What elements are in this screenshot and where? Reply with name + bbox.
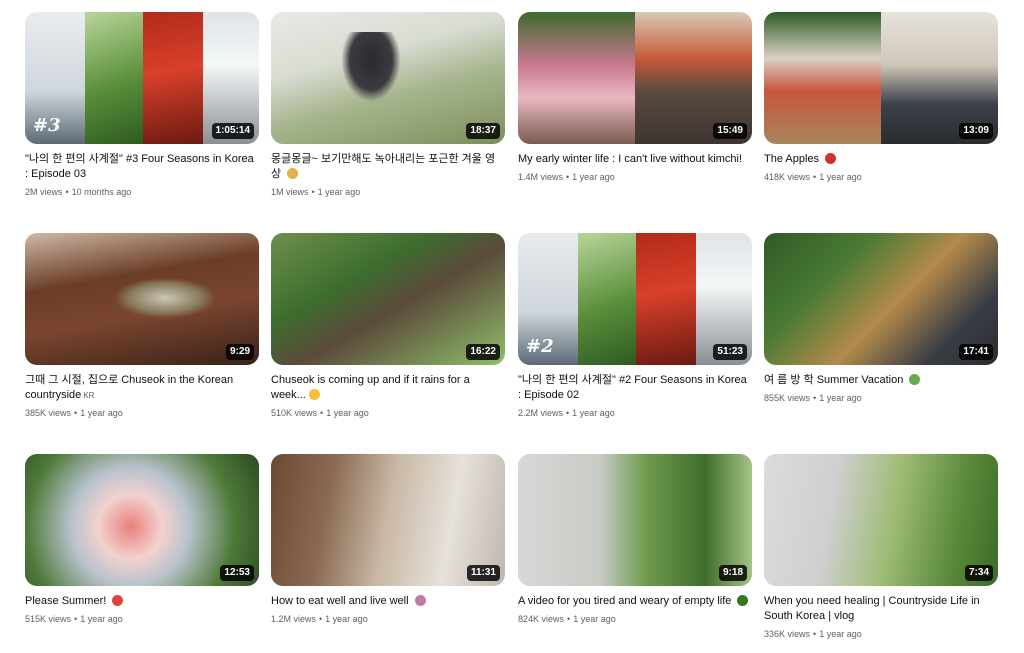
video-thumbnail[interactable]: 9:18 [518,454,752,586]
video-card[interactable]: 17:41 여 름 방 학 Summer Vacation 855K views… [764,233,998,404]
video-title[interactable]: Chuseok is coming up and if it rains for… [271,373,505,403]
video-card[interactable]: 15:49 My early winter life : I can't liv… [518,12,752,183]
video-thumbnail[interactable]: 18:37 [271,12,505,144]
duration-badge: 15:49 [713,123,747,139]
video-meta: 418K views • 1 year ago [764,172,862,182]
view-count: 515K views [25,614,72,624]
video-card[interactable]: 18:37 몽글몽글~ 보기만해도 녹아내리는 포근한 겨울 영상 1M vie… [271,12,505,198]
video-card[interactable]: #2 51:23 "나의 한 편의 사계절" #2 Four Seasons i… [518,233,752,419]
video-card[interactable]: 13:09 The Apples 418K views • 1 year ago [764,12,998,183]
view-count: 824K views [518,614,565,624]
duration-badge: 9:18 [718,565,747,581]
video-title[interactable]: The Apples [764,152,998,167]
thumbnail-overlay-text: #2 [526,336,554,357]
upload-age: 1 year ago [325,614,368,624]
upload-age: 1 year ago [80,614,123,624]
video-title[interactable]: 그때 그 시절, 집으로 Chuseok in the Korean count… [25,373,259,403]
video-meta: 2.2M views • 1 year ago [518,408,615,418]
duration-badge: 51:23 [713,344,747,360]
video-thumbnail[interactable]: 15:49 [518,12,752,144]
video-meta: 2M views • 10 months ago [25,187,132,197]
view-count: 1.4M views [518,172,564,182]
video-meta: 1.2M views • 1 year ago [271,614,368,624]
video-title[interactable]: "나의 한 편의 사계절" #2 Four Seasons in Korea :… [518,373,752,403]
video-title[interactable]: My early winter life : I can't live with… [518,152,752,167]
view-count: 336K views [764,629,811,639]
view-count: 385K views [25,408,72,418]
video-meta: 1.4M views • 1 year ago [518,172,615,182]
video-meta: 336K views • 1 year ago [764,629,862,639]
upload-age: 1 year ago [317,187,361,197]
duration-badge: 18:37 [466,123,500,139]
view-count: 2M views [25,187,63,197]
video-meta: 385K views • 1 year ago [25,408,123,418]
video-thumbnail[interactable]: 7:34 [764,454,998,586]
view-count: 418K views [764,172,811,182]
video-meta: 824K views • 1 year ago [518,614,616,624]
video-card[interactable]: #3 1:05:14 "나의 한 편의 사계절" #3 Four Seasons… [25,12,259,198]
video-grid: #3 1:05:14 "나의 한 편의 사계절" #3 Four Seasons… [0,0,1024,653]
video-card[interactable]: 9:18 A video for you tired and weary of … [518,454,752,625]
video-meta: 510K views • 1 year ago [271,408,369,418]
upload-age: 10 months ago [71,187,132,197]
upload-age: 1 year ago [819,393,862,403]
view-count: 1M views [271,187,309,197]
video-thumbnail[interactable]: 11:31 [271,454,505,586]
view-count: 855K views [764,393,811,403]
video-title[interactable]: Please Summer! [25,594,259,609]
watermelon-icon [112,595,124,606]
upload-age: 1 year ago [80,408,123,418]
video-title[interactable]: 여 름 방 학 Summer Vacation [764,373,998,388]
video-thumbnail[interactable]: 12:53 [25,454,259,586]
video-meta: 1M views • 1 year ago [271,187,361,197]
view-count: 510K views [271,408,318,418]
video-title[interactable]: "나의 한 편의 사계절" #3 Four Seasons in Korea :… [25,152,259,182]
farmer-icon [909,374,921,385]
video-card[interactable]: 9:29 그때 그 시절, 집으로 Chuseok in the Korean … [25,233,259,419]
video-card[interactable]: 7:34 When you need healing | Countryside… [764,454,998,640]
apple-icon [825,153,837,164]
upload-age: 1 year ago [573,614,616,624]
duration-badge: 9:29 [225,344,254,360]
video-meta: 855K views • 1 year ago [764,393,862,403]
view-count: 2.2M views [518,408,564,418]
video-thumbnail[interactable]: 13:09 [764,12,998,144]
duration-badge: 17:41 [959,344,993,360]
upload-age: 1 year ago [819,172,862,182]
duration-badge: 11:31 [466,565,500,581]
thinking-face-icon [308,389,320,400]
egg-bowl-icon [287,168,299,179]
video-thumbnail[interactable]: #2 51:23 [518,233,752,365]
country-badge: KR [83,391,95,400]
upload-age: 1 year ago [326,408,369,418]
duration-badge: 12:53 [220,565,254,581]
upload-age: 1 year ago [572,172,615,182]
family-icon [414,595,426,606]
video-card[interactable]: 12:53 Please Summer! 515K views • 1 year a… [25,454,259,625]
video-thumbnail[interactable]: #3 1:05:14 [25,12,259,144]
video-card[interactable]: 16:22 Chuseok is coming up and if it rai… [271,233,505,419]
video-title[interactable]: 몽글몽글~ 보기만해도 녹아내리는 포근한 겨울 영상 [271,152,505,182]
video-meta: 515K views • 1 year ago [25,614,123,624]
duration-badge: 7:34 [964,565,993,581]
duration-badge: 1:05:14 [211,123,254,139]
video-thumbnail[interactable]: 17:41 [764,233,998,365]
video-title[interactable]: A video for you tired and weary of empty… [518,594,752,609]
video-title[interactable]: How to eat well and live well [271,594,505,609]
video-thumbnail[interactable]: 16:22 [271,233,505,365]
video-title[interactable]: When you need healing | Countryside Life… [764,594,998,624]
thumbnail-overlay-text: #3 [33,115,61,136]
duration-badge: 16:22 [466,344,500,360]
video-thumbnail[interactable]: 9:29 [25,233,259,365]
view-count: 1.2M views [271,614,317,624]
upload-age: 1 year ago [572,408,615,418]
leaf-icon [737,595,749,606]
duration-badge: 13:09 [959,123,993,139]
video-card[interactable]: 11:31 How to eat well and live well 1.2M… [271,454,505,625]
upload-age: 1 year ago [819,629,862,639]
